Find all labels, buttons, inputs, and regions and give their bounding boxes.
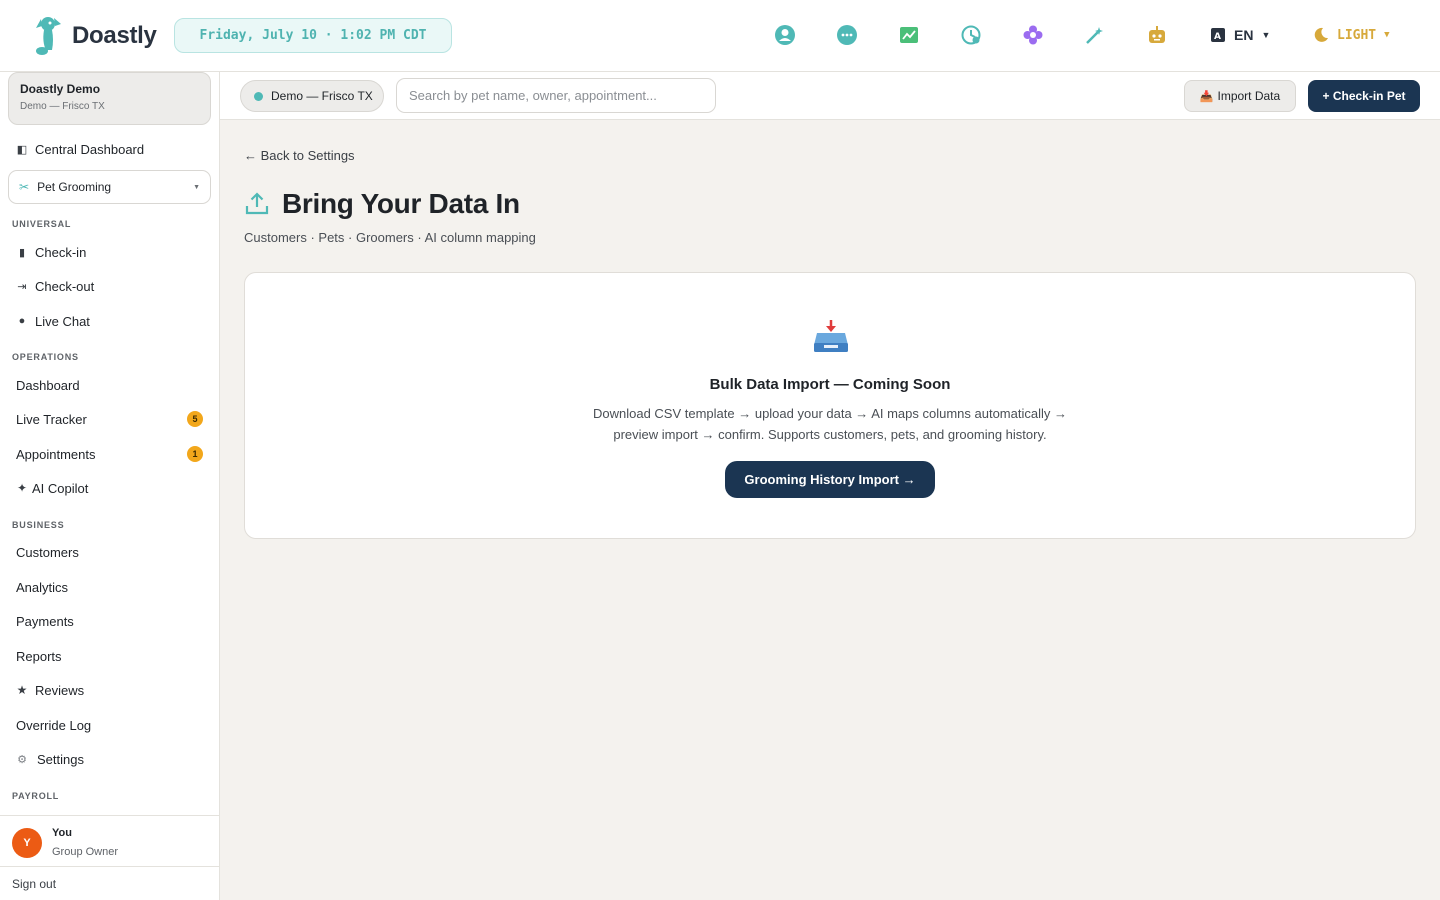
sub-header: Demo — Frisco TX 📥 Import Data + Check-i… [220, 72, 1440, 120]
sidebar-item-reviews[interactable]: ★ Reviews [8, 675, 211, 705]
caret-down-icon: ▼ [193, 183, 200, 191]
sidebar-item-appointments[interactable]: Appointments 1 [8, 439, 211, 469]
section-label-business: BUSINESS [12, 520, 65, 530]
location-chip[interactable]: Demo — Frisco TX [240, 80, 384, 112]
sparkle-icon: ✦ [16, 481, 28, 495]
card-title: Bulk Data Import — Coming Soon [709, 376, 951, 393]
sidebar-item-check-in[interactable]: ▮ Check-in [8, 237, 211, 267]
page-subtitle: Customers · Pets · Groomers · AI column … [244, 230, 536, 245]
theme-label: LIGHT [1337, 27, 1377, 43]
robot-icon[interactable] [1144, 22, 1170, 48]
language-label: EN [1234, 27, 1254, 43]
svg-text:A: A [1214, 32, 1221, 42]
star-icon: ★ [16, 683, 28, 697]
gear-icon: ⚙ [17, 753, 27, 766]
chat-bubble-icon: ● [18, 315, 26, 327]
org-location: Demo — Frisco TX [20, 101, 105, 112]
exit-icon: ⇥ [17, 280, 27, 293]
moon-icon [1314, 27, 1328, 42]
user-role: Group Owner [52, 846, 119, 858]
section-label-universal: UNIVERSAL [12, 219, 72, 229]
section-label-payroll: PAYROLL [12, 791, 60, 801]
section-label-operations: OPERATIONS [12, 352, 79, 362]
inbox-tray-icon [814, 320, 848, 352]
grooming-history-import-button[interactable]: Grooming History Import → [725, 461, 935, 498]
status-dot [254, 91, 263, 101]
translate-icon: A [1211, 28, 1225, 42]
sidebar-item-dashboard[interactable]: Dashboard [8, 370, 211, 400]
check-in-pet-button[interactable]: + Check-in Pet [1308, 80, 1420, 112]
user-name: You [52, 827, 72, 839]
card-description: Download CSV template → upload your data… [592, 406, 1067, 442]
bulk-import-card: Bulk Data Import — Coming Soon Download … [244, 272, 1416, 539]
logo-text: Doastly [72, 22, 157, 49]
upload-icon [245, 192, 269, 215]
flower-icon[interactable] [1020, 22, 1046, 48]
org-switcher[interactable]: Doastly Demo Demo — Frisco TX [8, 72, 211, 125]
sidebar-item-settings[interactable]: ⚙ Settings [8, 744, 211, 774]
page-header: Bring Your Data In [244, 186, 520, 222]
vertical-select[interactable]: ✂ Pet Grooming ▼ [8, 170, 211, 204]
sign-out-link[interactable]: Sign out [0, 866, 219, 900]
clipboard-icon: ▮ [18, 246, 26, 259]
caret-down-icon: ▼ [1384, 30, 1390, 40]
dog-logo-icon [36, 17, 61, 55]
sidebar: Doastly Demo Demo — Frisco TX ◧ Central … [0, 72, 220, 900]
date-time-chip: Friday, July 10 · 1:02 PM CDT [174, 18, 452, 53]
dashboard-icon: ◧ [16, 143, 28, 156]
logo[interactable]: Doastly [30, 14, 157, 58]
search-input[interactable] [396, 78, 716, 113]
avatar: Y [12, 828, 42, 858]
sidebar-item-check-out[interactable]: ⇥ Check-out [8, 271, 211, 301]
user-profile[interactable]: Y You Group Owner [0, 815, 219, 867]
count-badge: 1 [187, 446, 203, 462]
scissors-icon: ✂ [19, 180, 30, 194]
caret-down-icon: ▼ [1261, 30, 1271, 40]
sidebar-item-central-dashboard[interactable]: ◧ Central Dashboard [8, 134, 211, 164]
import-data-button[interactable]: 📥 Import Data [1184, 80, 1296, 112]
chart-icon[interactable] [896, 22, 922, 48]
magic-wand-icon[interactable] [1082, 22, 1108, 48]
sidebar-item-reports[interactable]: Reports [8, 641, 211, 671]
back-to-settings-link[interactable]: ← Back to Settings [244, 148, 355, 163]
org-name: Doastly Demo [20, 82, 101, 96]
top-bar: Doastly Friday, July 10 · 1:02 PM CDT A … [0, 0, 1440, 72]
sidebar-item-live-chat[interactable]: ● Live Chat [8, 306, 211, 336]
sidebar-item-payments[interactable]: Payments [8, 606, 211, 636]
theme-selector[interactable]: LIGHT ▼ [1313, 22, 1390, 48]
sidebar-item-analytics[interactable]: Analytics [8, 572, 211, 602]
chat-icon[interactable] [834, 22, 860, 48]
sidebar-item-ai-copilot[interactable]: ✦ AI Copilot [8, 473, 211, 503]
sidebar-item-override-log[interactable]: Override Log [8, 710, 211, 740]
clock-icon[interactable] [958, 22, 984, 48]
support-icon[interactable] [772, 22, 798, 48]
language-selector[interactable]: A EN ▼ [1210, 22, 1270, 48]
count-badge: 5 [187, 411, 203, 427]
page-title: Bring Your Data In [282, 188, 520, 219]
inbox-tray-icon: 📥 [1199, 90, 1214, 103]
sidebar-item-customers[interactable]: Customers [8, 537, 211, 567]
sidebar-item-live-tracker[interactable]: Live Tracker 5 [8, 404, 211, 434]
